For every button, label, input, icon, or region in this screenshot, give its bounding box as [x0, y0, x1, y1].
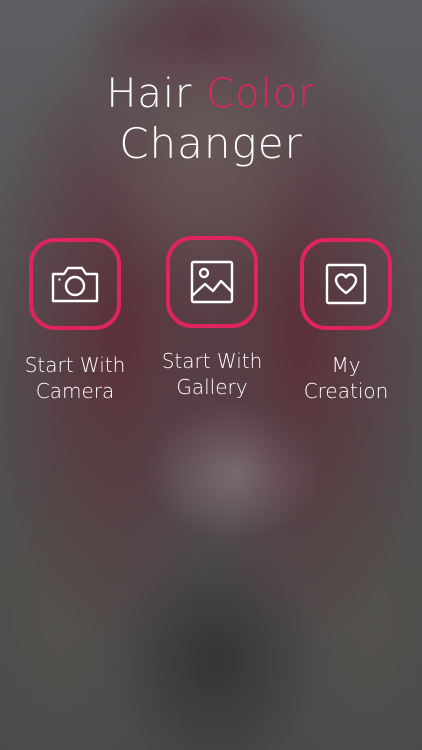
my-creation-action[interactable]: My Creation	[281, 238, 411, 404]
start-with-gallery-action[interactable]: Start With Gallery	[147, 236, 277, 400]
home-screen: Hair Color Changer Start With Camera Sta…	[0, 0, 422, 750]
camera-icon	[50, 264, 100, 304]
start-with-camera-action[interactable]: Start With Camera	[10, 238, 140, 404]
heart-frame-icon	[325, 263, 367, 305]
my-creation-label: My Creation	[303, 353, 389, 403]
start-with-camera-button[interactable]	[29, 238, 121, 330]
app-title-word-color: Color	[206, 71, 316, 117]
app-title-word-hair: Hair	[106, 71, 193, 117]
app-title-line1: Hair Color	[0, 72, 422, 116]
start-with-gallery-button[interactable]	[166, 236, 258, 328]
start-with-camera-label: Start With Camera	[24, 353, 126, 403]
image-icon	[190, 260, 234, 304]
app-title-line2: Changer	[119, 119, 303, 168]
start-with-gallery-label: Start With Gallery	[161, 349, 263, 399]
my-creation-button[interactable]	[300, 238, 392, 330]
